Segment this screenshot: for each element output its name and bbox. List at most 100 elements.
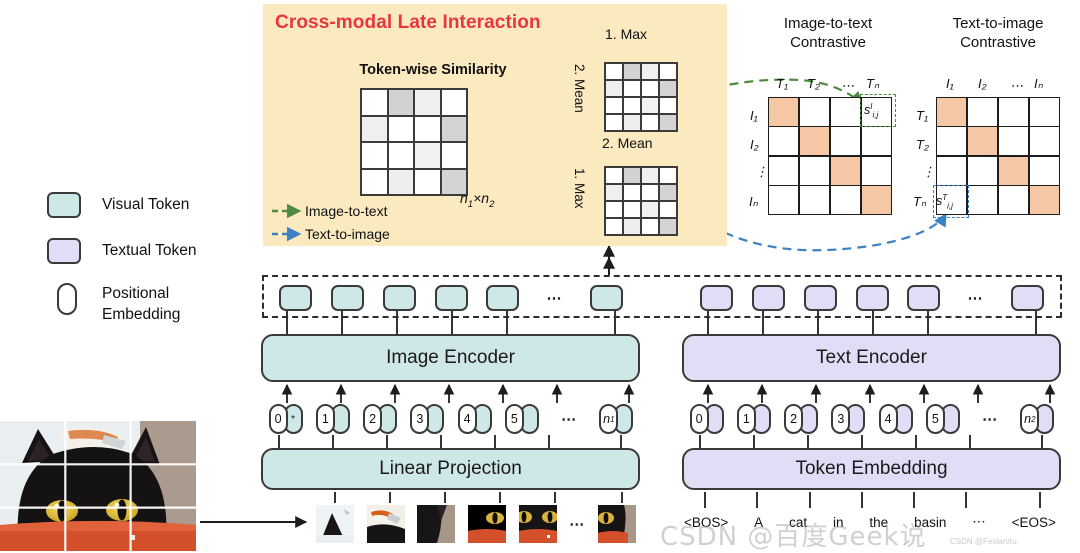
panel-legend-text-to-image: Text-to-image: [305, 226, 390, 242]
textual-token-row: ⋯: [691, 283, 1053, 313]
visual-token-ellipsis: ⋯: [546, 290, 563, 307]
word-token-text: <EOS>: [1011, 514, 1056, 530]
pos-embed-pair: 5: [925, 404, 960, 434]
textual-token-ellipsis: ⋯: [967, 290, 984, 307]
image-patch-ellipsis: ⋯: [569, 516, 586, 533]
token-embedding-block[interactable]: Token Embedding: [682, 448, 1061, 490]
contrastive-cell: [769, 98, 799, 126]
legend-swatch-textual-token: [47, 238, 81, 264]
i2t-title-line2: Contrastive: [790, 34, 866, 51]
contrastive-cell: [769, 127, 799, 156]
pos-embed-pair: 3: [410, 404, 445, 434]
pos-index: 5: [504, 404, 524, 434]
word-token-ellipsis: ⋯: [972, 514, 986, 529]
pos-embed-ellipsis: ⋯: [982, 411, 999, 428]
contrastive-cell: [967, 127, 998, 156]
textual-token: [907, 285, 941, 311]
pos-index: 1: [736, 404, 756, 434]
contrastive-cell: [861, 186, 891, 214]
image-encoder-block[interactable]: Image Encoder: [261, 334, 640, 382]
textual-token: [803, 285, 837, 311]
pos-index: 4: [878, 404, 898, 434]
pos-index: 4: [457, 404, 477, 434]
legend-label-positional-line2: Embedding: [102, 306, 181, 323]
text-to-image-pooling-matrix: [604, 166, 678, 236]
contrastive-cell: [861, 127, 891, 156]
pos-index: 0: [689, 404, 709, 434]
contrastive-cell: [937, 98, 967, 126]
image-patch: [515, 505, 558, 543]
visual-token: [589, 285, 623, 311]
similarity-shape-label: n1×n2: [460, 190, 495, 210]
i2t-col-header-2: ⋯: [841, 78, 854, 93]
pos-embed-pair: 2: [784, 404, 819, 434]
pos-embed-pair: n2: [1020, 404, 1055, 434]
pos-index-last: n2: [1020, 404, 1040, 434]
legend-swatch-visual-token: [47, 192, 81, 218]
image-patch: [316, 505, 354, 543]
contrastive-cell: [937, 156, 967, 185]
i2t-col-header-0: T₁: [776, 76, 789, 91]
contrastive-cell: [830, 98, 861, 126]
t2i-sij-sup: T: [942, 193, 948, 202]
t2i-row-header-2: ⋮: [922, 164, 935, 179]
i2t-row-header-0: I₁: [750, 108, 758, 123]
panel-legend-image-to-text: Image-to-text: [305, 203, 388, 219]
pos-index: 3: [410, 404, 430, 434]
t2i-col-header-2: ⋯: [1010, 78, 1023, 93]
contrastive-cell: [861, 156, 891, 185]
t2i-row-header-0: T₁: [916, 108, 929, 123]
image-to-text-contrastive-title: Image-to-text Contrastive: [748, 14, 908, 52]
pos-embed-ellipsis: ⋯: [561, 411, 578, 428]
contrastive-cell: [1029, 127, 1059, 156]
pos-embed-pair: 4: [878, 404, 913, 434]
legend-label-positional-line1: Positional: [102, 285, 170, 302]
t2i-col-header-1: I₂: [978, 76, 987, 91]
i2t-annotated-cell-label: sIi,j: [864, 102, 878, 120]
contrastive-cell: [769, 156, 799, 185]
pos-embed-pair: n1: [599, 404, 634, 434]
contrastive-cell: [799, 98, 830, 126]
image-patch-row: ⋯: [316, 503, 636, 545]
i2t-title-line1: Image-to-text: [783, 15, 873, 32]
contrastive-cell: [967, 98, 998, 126]
pos-embed-pair: 0: [689, 404, 724, 434]
textual-token: [1010, 285, 1044, 311]
text-to-image-contrastive-title: Text-to-image Contrastive: [918, 14, 1078, 52]
i2t-col-header-3: Tₙ: [866, 76, 880, 91]
t2i-col-header-0: I₁: [946, 76, 954, 91]
i2t-sij-sup: I: [870, 102, 873, 111]
contrastive-cell: [830, 186, 861, 214]
csdn-watermark: CSDN @百度Geek说: [660, 522, 927, 552]
t2i-sij-sub: i,j: [947, 201, 953, 211]
image-positional-embedding-row: 0 * 1 2 3 4 5 ⋯ n1: [262, 403, 640, 435]
pos-index: 0: [268, 404, 288, 434]
i2t-col-header-1: T₂: [807, 76, 820, 91]
pos-embed-pair: 1: [736, 404, 771, 434]
t2i-horizontal-op-label: 2. Mean: [602, 135, 653, 151]
i2t-vertical-op-label: 2. Mean: [572, 64, 587, 113]
linear-projection-block[interactable]: Linear Projection: [261, 448, 640, 490]
pos-index: 3: [831, 404, 851, 434]
visual-token-row: ⋯: [270, 283, 632, 313]
pos-embed-pair: 1: [315, 404, 350, 434]
pos-embed-pair: 0 *: [268, 404, 303, 434]
text-encoder-block[interactable]: Text Encoder: [682, 334, 1061, 382]
textual-token: [752, 285, 786, 311]
t2i-title-line1: Text-to-image: [952, 15, 1044, 32]
csdn-watermark-secondary: CSDN @FeslanXu: [950, 537, 1017, 546]
i2t-row-header-1: I₂: [750, 137, 759, 152]
t2i-col-header-3: Iₙ: [1034, 76, 1043, 91]
legend-label-textual-token: Textual Token: [102, 242, 197, 259]
t2i-title-line2: Contrastive: [960, 34, 1036, 51]
pos-embed-pair: 4: [457, 404, 492, 434]
contrastive-cell: [769, 186, 799, 214]
pos-index: 1: [315, 404, 335, 434]
legend-label-visual-token: Visual Token: [102, 196, 190, 213]
t2i-vertical-op-label: 1. Max: [572, 168, 587, 209]
i2t-row-header-3: Iₙ: [749, 194, 758, 209]
contrastive-cell: [830, 127, 861, 156]
pos-index-last: n1: [599, 404, 619, 434]
visual-token: [382, 285, 416, 311]
image-patch: [417, 505, 456, 543]
